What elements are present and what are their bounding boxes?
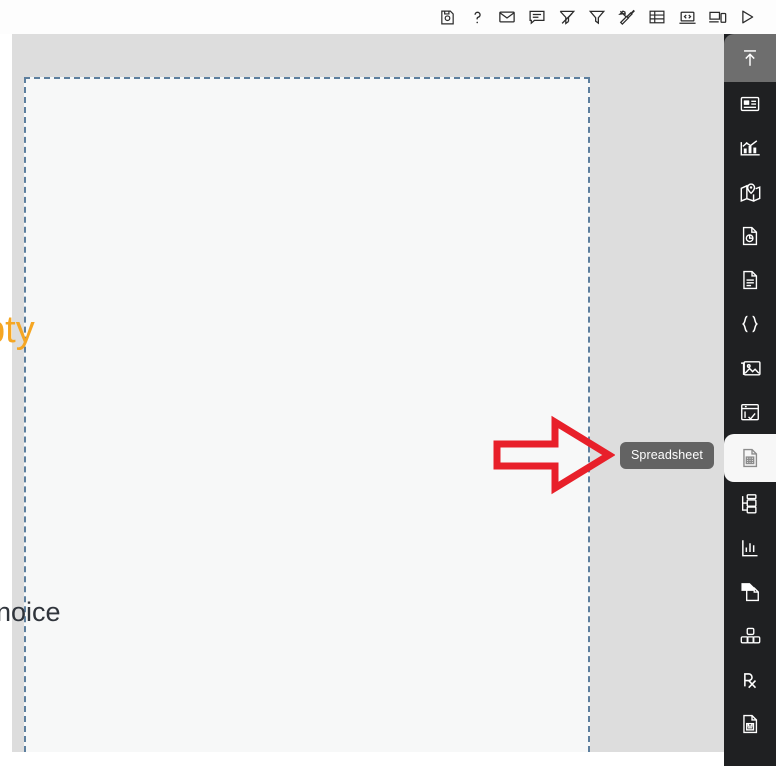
tooltip-label: Spreadsheet [631, 448, 703, 462]
sidebar-item-card[interactable] [724, 82, 776, 126]
sidebar-item-report[interactable] [724, 214, 776, 258]
help-icon[interactable] [462, 3, 492, 31]
sidebar-item-map[interactable] [724, 170, 776, 214]
devices-icon[interactable] [702, 3, 732, 31]
play-icon[interactable] [732, 3, 762, 31]
sidebar-item-save-document[interactable] [724, 702, 776, 746]
sidebar-item-prescription[interactable] [724, 658, 776, 702]
mail-icon[interactable] [492, 3, 522, 31]
top-toolbar [0, 0, 776, 34]
sidebar-item-upload[interactable] [724, 34, 776, 82]
spreadsheet-tooltip: Spreadsheet [620, 442, 714, 469]
editor-canvas: pty noice [0, 34, 776, 752]
sidebar-item-chart[interactable] [724, 126, 776, 170]
page-text-orange: pty [0, 309, 35, 351]
right-sidebar [724, 34, 776, 766]
canvas-background: pty noice [0, 34, 724, 752]
filter-icon[interactable] [582, 3, 612, 31]
page-text-dark: noice [0, 597, 61, 627]
filter-off-icon[interactable] [552, 3, 582, 31]
code-laptop-icon[interactable] [672, 3, 702, 31]
sidebar-item-form[interactable] [724, 390, 776, 434]
tools-icon[interactable] [612, 3, 642, 31]
sidebar-item-document[interactable] [724, 258, 776, 302]
application-window: pty noice Spreadsheet [0, 0, 776, 766]
sidebar-item-duplicate[interactable] [724, 570, 776, 614]
sidebar-item-tree[interactable] [724, 482, 776, 526]
sidebar-item-blocks[interactable] [724, 614, 776, 658]
red-pointer-arrow [493, 415, 615, 495]
sidebar-item-graph[interactable] [724, 526, 776, 570]
sidebar-item-code[interactable] [724, 302, 776, 346]
sidebar-item-spreadsheet[interactable] [724, 434, 776, 482]
comment-icon[interactable] [522, 3, 552, 31]
sidebar-item-image[interactable] [724, 346, 776, 390]
save-icon[interactable] [432, 3, 462, 31]
table-icon[interactable] [642, 3, 672, 31]
